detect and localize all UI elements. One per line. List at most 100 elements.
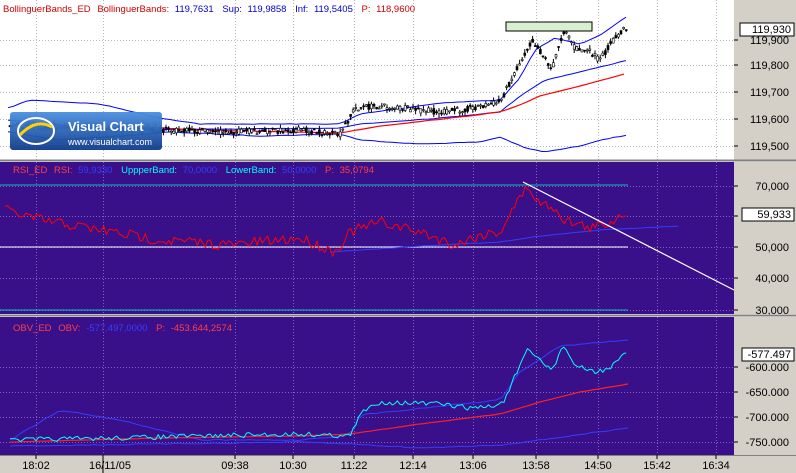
candle-body	[432, 108, 436, 115]
time-tick-label: 15:42	[643, 460, 671, 472]
candle-body	[268, 131, 272, 134]
candle-body	[276, 130, 280, 134]
rsi-p-value: 35,0794	[340, 165, 374, 176]
candle-body	[468, 104, 472, 107]
candle-body	[253, 128, 256, 131]
candle-body	[383, 103, 386, 106]
candle-body	[614, 35, 618, 39]
candle-body	[549, 67, 553, 69]
rsi-indicator-name[interactable]: RSI_ED	[13, 165, 47, 176]
candle-body	[596, 55, 599, 62]
candle-body	[513, 72, 516, 76]
candle-body	[224, 129, 228, 133]
candle-body	[331, 130, 334, 133]
candle-body	[419, 108, 423, 114]
candle-body	[344, 122, 347, 125]
candle-body	[554, 54, 558, 58]
candle-body	[575, 46, 579, 51]
candle-body	[435, 111, 438, 113]
candle-body	[481, 105, 485, 108]
candle-body	[580, 49, 584, 53]
time-tick-label: 16/11/05	[89, 460, 131, 472]
candle-body	[494, 102, 498, 105]
candle-body	[289, 131, 293, 134]
candle-body	[484, 103, 488, 107]
candle-body	[208, 132, 212, 134]
axis-tick-label: 70,000	[755, 181, 789, 193]
candle-body	[162, 129, 165, 133]
candle-body	[198, 129, 202, 134]
axis-tick-label: 119,600	[750, 114, 789, 126]
candle-body	[463, 108, 467, 113]
time-tick-label: 09:38	[221, 460, 249, 472]
candle-body	[182, 128, 186, 134]
candle-body	[526, 48, 529, 51]
candle-body	[328, 133, 332, 136]
candle-body	[169, 130, 173, 133]
candle-body	[583, 49, 586, 52]
candle-body	[476, 105, 480, 107]
candle-body	[591, 54, 594, 57]
candle-body	[266, 128, 269, 134]
candle-body	[390, 108, 394, 110]
candle-body	[372, 104, 376, 107]
candle-body	[546, 63, 550, 66]
candle-body	[297, 126, 300, 131]
visual-chart-logo: Visual Chart www.visualchart.com	[10, 112, 162, 150]
candle-body	[167, 127, 170, 130]
candle-body	[370, 103, 373, 109]
time-tick-label: 13:58	[522, 460, 550, 472]
price-sup-value: 119,9858	[248, 4, 287, 15]
candle-body	[570, 41, 573, 44]
candle-body	[299, 129, 303, 132]
candle-body	[351, 109, 355, 113]
svg-text:59,933: 59,933	[757, 209, 791, 221]
candle-body	[533, 45, 537, 47]
trading-chart: Visual Chart www.visualchart.com Bolling…	[0, 0, 796, 473]
candle-body	[572, 44, 576, 50]
candle-body	[362, 105, 365, 108]
candle-body	[442, 108, 446, 115]
obv-panel-bg	[0, 317, 734, 455]
axis-tick-label: -700.000	[746, 412, 789, 424]
axis-tick-label: 40,000	[755, 273, 789, 285]
candle-body	[273, 128, 277, 131]
candle-body	[318, 129, 321, 134]
obv-indicator-name[interactable]: OBV_ED	[13, 323, 52, 334]
candle-body	[320, 134, 324, 136]
rsi-current-value-tag: 59,933	[741, 207, 795, 222]
price-header: BollinguerBands_ED BollinguerBands: 119,…	[3, 4, 415, 15]
candle-body	[500, 98, 503, 101]
candle-body	[271, 127, 274, 130]
candle-body	[180, 130, 183, 133]
price-indicator-name[interactable]: BollinguerBands_ED	[3, 4, 91, 15]
candle-body	[471, 106, 475, 110]
rsi-lower-value: 50,0000	[282, 165, 316, 176]
candle-body	[211, 129, 215, 133]
candle-body	[375, 106, 378, 110]
candle-body	[193, 128, 196, 134]
candle-body	[510, 78, 514, 81]
candle-body	[604, 50, 607, 55]
candle-body	[609, 41, 612, 44]
time-tick-label: 11:22	[341, 460, 368, 472]
price-inf-value: 119,5405	[314, 4, 353, 15]
candle-body	[341, 128, 345, 131]
candle-body	[437, 110, 441, 115]
candle-body	[593, 52, 597, 56]
candle-body	[292, 128, 295, 134]
candle-body	[505, 86, 508, 88]
candle-body	[312, 128, 316, 131]
logo-url[interactable]: www.visualchart.com	[67, 137, 152, 147]
candle-body	[544, 57, 547, 59]
candle-body	[206, 129, 209, 133]
candle-body	[531, 38, 534, 43]
svg-text:-577.497: -577.497	[748, 349, 791, 361]
candle-body	[497, 99, 501, 103]
axis-tick-label: 119,800	[750, 60, 789, 72]
candle-body	[188, 127, 191, 132]
candle-body	[377, 107, 381, 110]
price-annotation-box	[505, 21, 593, 32]
candle-body	[409, 109, 412, 113]
candle-body	[406, 105, 410, 108]
